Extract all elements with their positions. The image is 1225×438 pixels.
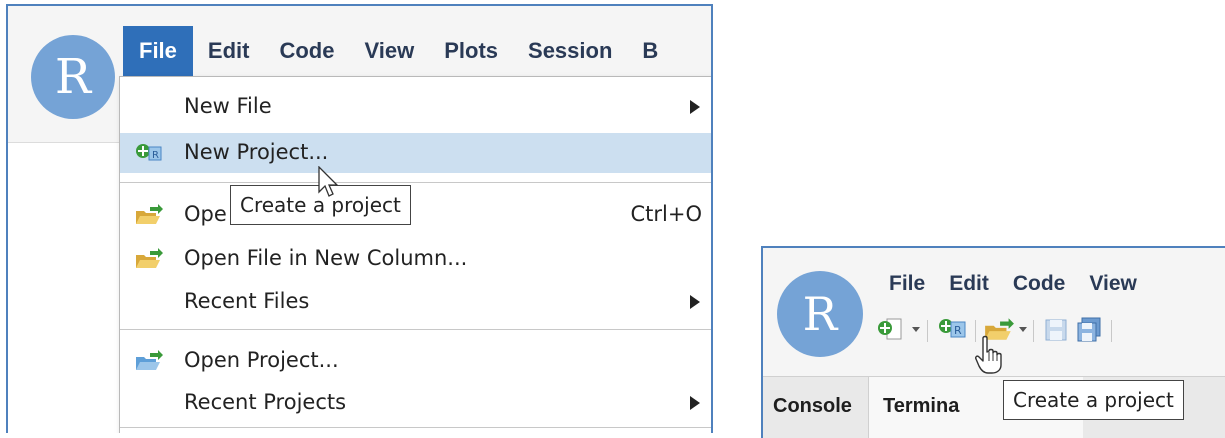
menu-item-label: New Project... (184, 140, 329, 164)
menu-item-label: Open File in New Column... (184, 246, 468, 270)
save-all-icon[interactable] (1075, 316, 1103, 344)
save-icon[interactable] (1043, 316, 1069, 344)
menu-item-open-file[interactable]: Ope Ctrl+O (120, 195, 711, 235)
rstudio-window-left: R File Edit Code View Plots Session B Ne… (6, 4, 713, 433)
menu-item-label: Recent Files (184, 289, 310, 313)
menu-session[interactable]: Session (513, 26, 627, 76)
menu-item-recent-projects[interactable]: Recent Projects (120, 383, 711, 423)
menu-item-label: Ope (184, 202, 227, 226)
rstudio-logo: R (777, 271, 863, 357)
submenu-arrow-icon (690, 100, 700, 114)
open-folder-icon (136, 248, 163, 268)
rstudio-window-right: R File Edit Code View R Console Termina … (761, 246, 1225, 438)
menu-code[interactable]: Code (1001, 262, 1078, 306)
menu-item-open-file-new-column[interactable]: Open File in New Column... (120, 239, 711, 279)
toolbar-separator (1033, 320, 1034, 342)
open-folder-icon (136, 204, 163, 224)
file-menu-dropdown: New File R New Project... Ope Ctrl+O Ope… (119, 76, 711, 433)
hand-pointer-icon (975, 335, 1002, 374)
dropdown-arrow-icon[interactable] (1018, 326, 1028, 334)
menu-item-label: Recent Projects (184, 390, 347, 414)
svg-text:R: R (954, 324, 962, 337)
toolbar-separator (927, 320, 928, 342)
menu-file[interactable]: File (123, 26, 193, 76)
menu-item-open-project[interactable]: Open Project... (120, 341, 711, 381)
menu-item-label: Open Project... (184, 348, 339, 372)
toolbar-separator (1111, 320, 1112, 342)
menu-view[interactable]: View (1077, 262, 1148, 306)
submenu-arrow-icon (690, 295, 700, 309)
new-file-icon[interactable] (875, 316, 905, 344)
menu-separator (120, 427, 711, 428)
menu-separator (120, 329, 711, 330)
menu-file[interactable]: File (877, 262, 937, 306)
submenu-arrow-icon (690, 396, 700, 410)
mouse-pointer-icon (318, 166, 339, 197)
menu-item-label: New File (184, 94, 272, 118)
menu-plots[interactable]: Plots (429, 26, 513, 76)
menu-item-new-project[interactable]: R New Project... (120, 133, 711, 173)
menu-item-recent-files[interactable]: Recent Files (120, 282, 711, 322)
dropdown-arrow-icon[interactable] (911, 326, 921, 334)
new-project-icon: R (136, 144, 162, 161)
menu-bar: File Edit Code View Plots Session B (123, 26, 673, 76)
main-toolbar: R (871, 312, 1225, 348)
menu-code[interactable]: Code (264, 26, 349, 76)
tooltip-create-project: Create a project (1003, 380, 1184, 420)
menu-bar: File Edit Code View (877, 262, 1149, 306)
menu-separator (120, 182, 711, 183)
svg-text:R: R (152, 150, 159, 161)
menu-edit[interactable]: Edit (937, 262, 1001, 306)
menu-build-truncated[interactable]: B (627, 26, 673, 76)
rstudio-logo: R (31, 35, 115, 119)
new-project-icon[interactable]: R (937, 316, 971, 344)
menu-item-new-file[interactable]: New File (120, 87, 711, 127)
open-project-icon (136, 350, 163, 370)
menu-item-shortcut: Ctrl+O (630, 202, 703, 226)
tab-console[interactable]: Console (773, 377, 852, 438)
menu-view[interactable]: View (349, 26, 429, 76)
menu-edit[interactable]: Edit (193, 26, 265, 76)
